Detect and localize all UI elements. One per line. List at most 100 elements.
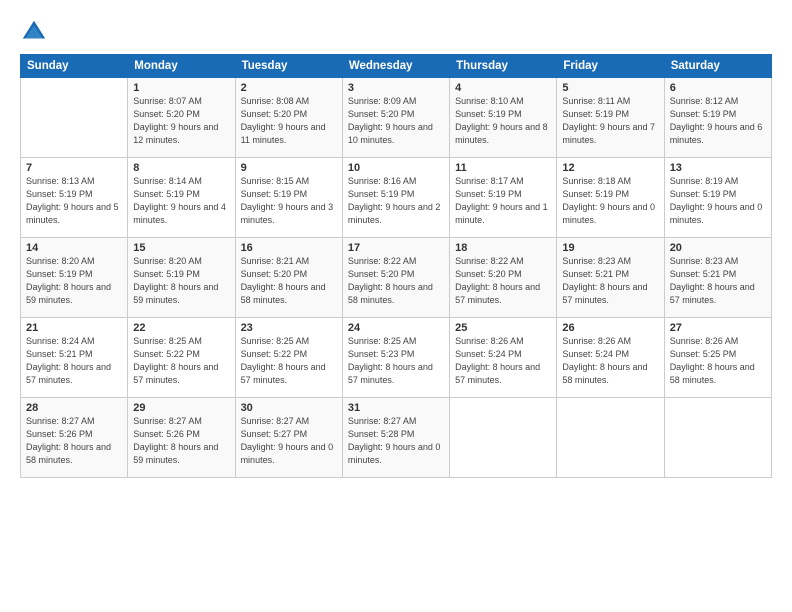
header-row: SundayMondayTuesdayWednesdayThursdayFrid… (21, 55, 772, 78)
day-number: 15 (133, 242, 229, 254)
day-number: 3 (348, 82, 444, 94)
day-cell: 10Sunrise: 8:16 AM Sunset: 5:19 PM Dayli… (342, 158, 449, 238)
day-info: Sunrise: 8:25 AM Sunset: 5:22 PM Dayligh… (241, 335, 337, 387)
day-info: Sunrise: 8:27 AM Sunset: 5:26 PM Dayligh… (26, 415, 122, 467)
day-info: Sunrise: 8:19 AM Sunset: 5:19 PM Dayligh… (670, 175, 766, 227)
day-number: 21 (26, 322, 122, 334)
day-cell: 27Sunrise: 8:26 AM Sunset: 5:25 PM Dayli… (664, 318, 771, 398)
day-info: Sunrise: 8:26 AM Sunset: 5:24 PM Dayligh… (562, 335, 658, 387)
day-cell: 30Sunrise: 8:27 AM Sunset: 5:27 PM Dayli… (235, 398, 342, 478)
day-number: 23 (241, 322, 337, 334)
day-number: 25 (455, 322, 551, 334)
col-header-tuesday: Tuesday (235, 55, 342, 78)
day-cell: 31Sunrise: 8:27 AM Sunset: 5:28 PM Dayli… (342, 398, 449, 478)
day-cell: 11Sunrise: 8:17 AM Sunset: 5:19 PM Dayli… (450, 158, 557, 238)
day-info: Sunrise: 8:12 AM Sunset: 5:19 PM Dayligh… (670, 95, 766, 147)
day-info: Sunrise: 8:13 AM Sunset: 5:19 PM Dayligh… (26, 175, 122, 227)
day-info: Sunrise: 8:27 AM Sunset: 5:26 PM Dayligh… (133, 415, 229, 467)
day-cell: 19Sunrise: 8:23 AM Sunset: 5:21 PM Dayli… (557, 238, 664, 318)
day-info: Sunrise: 8:27 AM Sunset: 5:27 PM Dayligh… (241, 415, 337, 467)
day-number: 19 (562, 242, 658, 254)
day-info: Sunrise: 8:23 AM Sunset: 5:21 PM Dayligh… (562, 255, 658, 307)
day-info: Sunrise: 8:17 AM Sunset: 5:19 PM Dayligh… (455, 175, 551, 227)
day-number: 12 (562, 162, 658, 174)
week-row-3: 14Sunrise: 8:20 AM Sunset: 5:19 PM Dayli… (21, 238, 772, 318)
day-info: Sunrise: 8:18 AM Sunset: 5:19 PM Dayligh… (562, 175, 658, 227)
day-info: Sunrise: 8:20 AM Sunset: 5:19 PM Dayligh… (133, 255, 229, 307)
day-number: 6 (670, 82, 766, 94)
day-number: 26 (562, 322, 658, 334)
day-cell: 23Sunrise: 8:25 AM Sunset: 5:22 PM Dayli… (235, 318, 342, 398)
day-number: 14 (26, 242, 122, 254)
day-info: Sunrise: 8:22 AM Sunset: 5:20 PM Dayligh… (455, 255, 551, 307)
day-cell: 12Sunrise: 8:18 AM Sunset: 5:19 PM Dayli… (557, 158, 664, 238)
day-cell: 7Sunrise: 8:13 AM Sunset: 5:19 PM Daylig… (21, 158, 128, 238)
calendar-table: SundayMondayTuesdayWednesdayThursdayFrid… (20, 54, 772, 478)
day-info: Sunrise: 8:27 AM Sunset: 5:28 PM Dayligh… (348, 415, 444, 467)
day-number: 20 (670, 242, 766, 254)
day-cell (664, 398, 771, 478)
week-row-5: 28Sunrise: 8:27 AM Sunset: 5:26 PM Dayli… (21, 398, 772, 478)
day-number: 22 (133, 322, 229, 334)
day-number: 11 (455, 162, 551, 174)
col-header-sunday: Sunday (21, 55, 128, 78)
logo (20, 18, 52, 46)
day-number: 1 (133, 82, 229, 94)
day-number: 2 (241, 82, 337, 94)
day-cell (21, 78, 128, 158)
col-header-thursday: Thursday (450, 55, 557, 78)
day-number: 5 (562, 82, 658, 94)
logo-icon (20, 18, 48, 46)
day-cell: 3Sunrise: 8:09 AM Sunset: 5:20 PM Daylig… (342, 78, 449, 158)
day-info: Sunrise: 8:08 AM Sunset: 5:20 PM Dayligh… (241, 95, 337, 147)
day-number: 24 (348, 322, 444, 334)
week-row-1: 1Sunrise: 8:07 AM Sunset: 5:20 PM Daylig… (21, 78, 772, 158)
day-cell: 2Sunrise: 8:08 AM Sunset: 5:20 PM Daylig… (235, 78, 342, 158)
day-number: 27 (670, 322, 766, 334)
day-cell: 5Sunrise: 8:11 AM Sunset: 5:19 PM Daylig… (557, 78, 664, 158)
day-number: 4 (455, 82, 551, 94)
day-cell: 25Sunrise: 8:26 AM Sunset: 5:24 PM Dayli… (450, 318, 557, 398)
col-header-monday: Monday (128, 55, 235, 78)
day-cell (450, 398, 557, 478)
col-header-friday: Friday (557, 55, 664, 78)
day-cell: 20Sunrise: 8:23 AM Sunset: 5:21 PM Dayli… (664, 238, 771, 318)
day-cell: 8Sunrise: 8:14 AM Sunset: 5:19 PM Daylig… (128, 158, 235, 238)
day-number: 9 (241, 162, 337, 174)
day-cell: 13Sunrise: 8:19 AM Sunset: 5:19 PM Dayli… (664, 158, 771, 238)
day-number: 28 (26, 402, 122, 414)
day-cell: 21Sunrise: 8:24 AM Sunset: 5:21 PM Dayli… (21, 318, 128, 398)
col-header-wednesday: Wednesday (342, 55, 449, 78)
day-info: Sunrise: 8:26 AM Sunset: 5:24 PM Dayligh… (455, 335, 551, 387)
day-number: 16 (241, 242, 337, 254)
day-info: Sunrise: 8:09 AM Sunset: 5:20 PM Dayligh… (348, 95, 444, 147)
day-info: Sunrise: 8:14 AM Sunset: 5:19 PM Dayligh… (133, 175, 229, 227)
day-number: 18 (455, 242, 551, 254)
day-cell: 18Sunrise: 8:22 AM Sunset: 5:20 PM Dayli… (450, 238, 557, 318)
day-cell (557, 398, 664, 478)
day-number: 7 (26, 162, 122, 174)
day-number: 29 (133, 402, 229, 414)
day-cell: 24Sunrise: 8:25 AM Sunset: 5:23 PM Dayli… (342, 318, 449, 398)
day-cell: 6Sunrise: 8:12 AM Sunset: 5:19 PM Daylig… (664, 78, 771, 158)
day-cell: 4Sunrise: 8:10 AM Sunset: 5:19 PM Daylig… (450, 78, 557, 158)
day-cell: 1Sunrise: 8:07 AM Sunset: 5:20 PM Daylig… (128, 78, 235, 158)
day-number: 30 (241, 402, 337, 414)
day-info: Sunrise: 8:21 AM Sunset: 5:20 PM Dayligh… (241, 255, 337, 307)
day-cell: 15Sunrise: 8:20 AM Sunset: 5:19 PM Dayli… (128, 238, 235, 318)
day-info: Sunrise: 8:20 AM Sunset: 5:19 PM Dayligh… (26, 255, 122, 307)
day-cell: 9Sunrise: 8:15 AM Sunset: 5:19 PM Daylig… (235, 158, 342, 238)
day-cell: 28Sunrise: 8:27 AM Sunset: 5:26 PM Dayli… (21, 398, 128, 478)
day-info: Sunrise: 8:26 AM Sunset: 5:25 PM Dayligh… (670, 335, 766, 387)
day-info: Sunrise: 8:10 AM Sunset: 5:19 PM Dayligh… (455, 95, 551, 147)
day-info: Sunrise: 8:11 AM Sunset: 5:19 PM Dayligh… (562, 95, 658, 147)
day-number: 31 (348, 402, 444, 414)
day-info: Sunrise: 8:07 AM Sunset: 5:20 PM Dayligh… (133, 95, 229, 147)
day-info: Sunrise: 8:16 AM Sunset: 5:19 PM Dayligh… (348, 175, 444, 227)
day-info: Sunrise: 8:22 AM Sunset: 5:20 PM Dayligh… (348, 255, 444, 307)
day-info: Sunrise: 8:25 AM Sunset: 5:23 PM Dayligh… (348, 335, 444, 387)
day-info: Sunrise: 8:23 AM Sunset: 5:21 PM Dayligh… (670, 255, 766, 307)
day-cell: 29Sunrise: 8:27 AM Sunset: 5:26 PM Dayli… (128, 398, 235, 478)
week-row-2: 7Sunrise: 8:13 AM Sunset: 5:19 PM Daylig… (21, 158, 772, 238)
day-info: Sunrise: 8:15 AM Sunset: 5:19 PM Dayligh… (241, 175, 337, 227)
